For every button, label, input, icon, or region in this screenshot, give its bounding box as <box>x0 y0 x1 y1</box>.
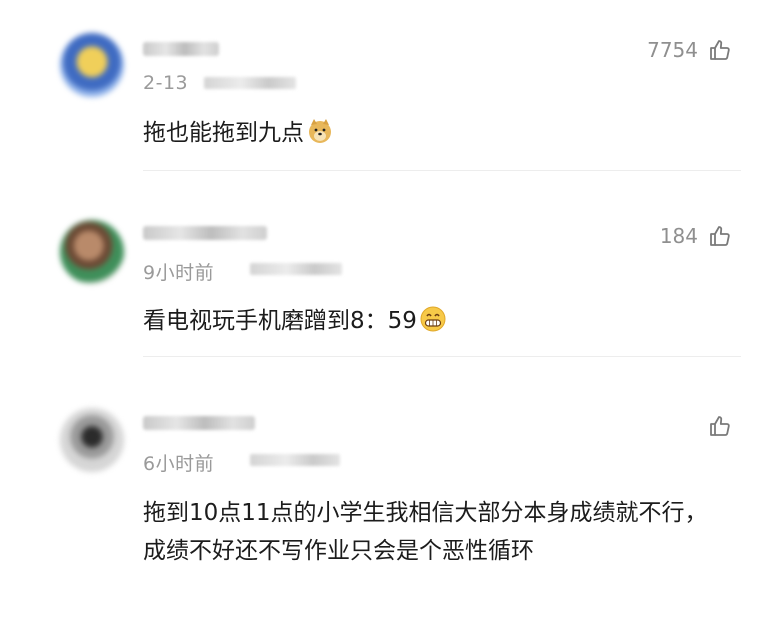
thumbs-up-outline-icon <box>710 416 730 436</box>
comment-text: 拖到10点11点的小学生我相信大部分本身成绩就不行，成绩不好还不写作业只会是个恶… <box>143 500 708 564</box>
comment-item: 6小时前 拖到10点11点的小学生我相信大部分本身成绩就不行，成绩不好还不写作业… <box>0 0 767 629</box>
avatar[interactable] <box>60 408 124 472</box>
username-redacted <box>143 416 255 430</box>
location-redacted <box>250 454 340 466</box>
comment-body: 拖到10点11点的小学生我相信大部分本身成绩就不行，成绩不好还不写作业只会是个恶… <box>143 494 728 570</box>
like-button[interactable] <box>698 414 732 438</box>
comment-date: 6小时前 <box>143 453 215 475</box>
